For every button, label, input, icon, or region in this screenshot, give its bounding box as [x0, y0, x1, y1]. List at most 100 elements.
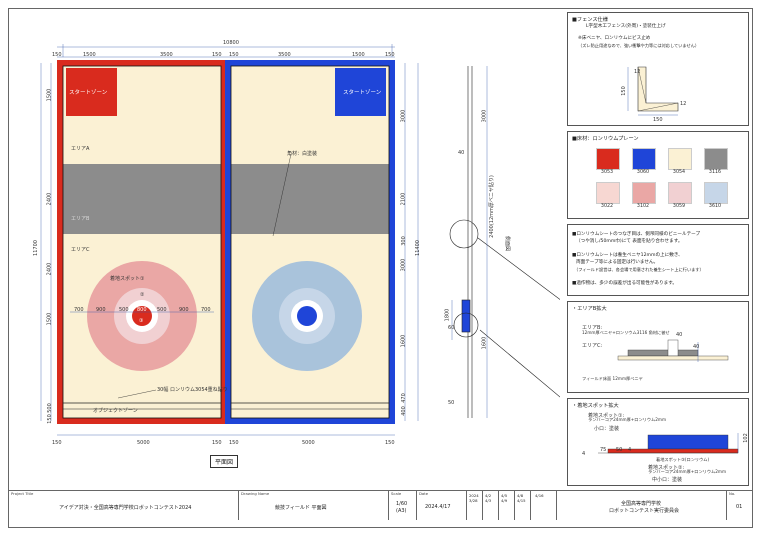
right-start-zone-label: スタートゾーン — [343, 90, 382, 96]
sheet-number-cell: No. 01 — [726, 490, 753, 520]
side-dim: 3000 — [481, 109, 488, 123]
org-name-2: ロボットコンテスト実行委員会 — [609, 508, 680, 514]
fence-dim: 150 — [620, 86, 627, 96]
org-cell: 全国高等専門学校 ロボットコンテスト実行委員会 — [556, 490, 726, 520]
fence-title: ■フェンス仕様 — [572, 17, 608, 23]
note-line: ■ロンリウムシートは養生ベニヤ12mmの上に敷き、 — [572, 253, 683, 258]
bottom-dim: 5000 — [137, 440, 150, 446]
top-dim: 150 — [212, 52, 222, 58]
bottom-dim: 150 — [229, 440, 239, 446]
color-swatch — [668, 148, 692, 170]
right-ring-center — [297, 306, 317, 326]
swatch-code: 3116 — [708, 170, 722, 175]
sheet-no: 01 — [736, 504, 743, 510]
landing-label: 小ロ：塗装 — [594, 426, 620, 432]
left-dim: 1500 — [46, 312, 53, 326]
notes-panel: ■ロンリウムシートのつなぎ目は、側吊同様のビニールテープ （つや消し/50mm巾… — [567, 224, 749, 296]
paper-size: (A3) — [396, 508, 407, 514]
side-dim: 2400(12mm厚ベニヤ貼り) — [488, 175, 495, 238]
left-dim: 150 — [46, 414, 53, 424]
sheet-no-label: No. — [729, 491, 736, 496]
date-label: Date — [419, 491, 429, 496]
revision: 4/5 4/9 — [501, 493, 508, 503]
corner-note: 角材：白塗装 — [287, 151, 318, 157]
left-dim: 500 — [46, 403, 53, 413]
swatch-code: 3102 — [636, 204, 650, 209]
note-line: 両面テープ等による固定は行いません。 — [576, 260, 659, 265]
color-swatch — [596, 148, 620, 170]
area-a-label: エリアA — [71, 146, 90, 152]
right-dim: 3000 — [400, 258, 407, 272]
scale-cell: Scale 1/60 (A3) — [388, 490, 416, 520]
object-zone-label: オブジェクトゾーン — [93, 408, 138, 414]
scale-value: 1/60 — [396, 501, 408, 507]
area-b-detail-title: ・エリアB拡大 — [572, 306, 607, 312]
area-b-dim: 40 — [693, 344, 700, 350]
right-dim: 2100 — [400, 192, 407, 206]
plan-caption: 平面図 — [210, 455, 239, 468]
floor-material-panel: ■床材：ロンリウムプレーン 3053 3060 3054 3116 3022 3102 30… — [567, 131, 749, 219]
swatch-code: 3053 — [600, 170, 614, 175]
note-line: （フィールド設営は、各会場で用意された養生シート上に行います） — [574, 267, 704, 272]
date-value: 2024.4/17 — [425, 504, 451, 510]
side-view-label: 側面図 — [504, 235, 511, 252]
right-dim: 1600 — [400, 334, 407, 348]
right-dim: 400 — [400, 406, 407, 416]
landing-label: ランバーコア24mm厚+ロンリウム2mm — [588, 417, 667, 422]
total-height-label: 11700 — [32, 240, 39, 256]
left-area-b — [63, 164, 221, 234]
side-dim: 50 — [448, 400, 455, 406]
revision: 4/2 4/3 — [485, 493, 492, 503]
color-swatch — [596, 182, 620, 204]
ring-2-label: ② — [140, 292, 145, 298]
ring-dim: 500 — [157, 307, 167, 313]
landing-detail-panel: ・着地スポット拡大 着地スポット①: ランバーコア24mm厚+ロンリウム2mm … — [567, 398, 749, 486]
landing-dim: 50 — [616, 447, 623, 453]
landing-spot-label: 着地スポット① — [110, 276, 145, 282]
area-b-section-drawing — [617, 339, 729, 362]
fence-line: L字型木工フェンス(外周)・塗装仕上げ — [586, 24, 666, 29]
fence-dim: 150 — [653, 117, 663, 123]
swatch-code: 3610 — [708, 204, 722, 209]
ring-dim: 700 — [201, 307, 211, 313]
swatch-code: 3054 — [672, 170, 686, 175]
note-line: ■過作物は、多少の誤差が出る可能性があります。 — [572, 281, 677, 286]
left-dim: 2400 — [46, 192, 53, 206]
top-dim: 3500 — [160, 52, 173, 58]
ring-dim: 900 — [179, 307, 189, 313]
bottom-dim: 5000 — [302, 440, 315, 446]
top-dim: 1500 — [83, 52, 96, 58]
right-dim: 300 — [400, 236, 407, 246]
landing-dim: 4 — [628, 447, 632, 453]
right-area-b — [231, 164, 389, 234]
fence-dim: 12 — [634, 69, 641, 75]
landing-label: ランバーコア24mm厚+ロンリウム2mm — [648, 469, 727, 474]
org-name: 全国高等専門学校 — [621, 501, 662, 507]
drawing-name-cell: Drawing Name 競技フィールド 平面図 — [238, 490, 388, 520]
note-line: （つや消し/50mm巾)にて 表面を貼り合わせます。 — [576, 239, 683, 244]
ring-dim: 800 — [137, 307, 147, 313]
left-start-zone-label: スタートゾーン — [69, 90, 108, 96]
floor-title: ■床材：ロンリウムプレーン — [572, 136, 639, 142]
scale-label: Scale — [391, 491, 402, 496]
fence-dim: 12 — [680, 101, 687, 107]
revision: 2024 3/28 — [469, 493, 479, 503]
tape-note: 30幅 ロンリウム3054重ね貼り — [157, 387, 228, 393]
revision: 4/8 4/15 — [517, 493, 526, 503]
side-dim: 1800 — [444, 308, 451, 322]
area-c-label: エリアC — [71, 247, 90, 253]
project-title-cell: Project Title アイデア対決・全国高等専門学校ロボットコンテスト20… — [8, 490, 238, 520]
bottom-dim: 150 — [212, 440, 222, 446]
revision: 4/16 — [535, 493, 544, 498]
right-dim: 3000 — [400, 109, 407, 123]
landing-dim: 4 — [582, 451, 586, 457]
fence-line: （ズレ防止用途なので、強い衝撃や力等には対応していません） — [578, 43, 700, 48]
color-swatch — [668, 182, 692, 204]
area-b-label: エリアB — [71, 216, 90, 222]
color-swatch — [632, 148, 656, 170]
area-b-label: フィールド床面 12mm厚ベニヤ — [582, 376, 643, 381]
top-dim: 150 — [385, 52, 395, 58]
color-swatch — [632, 182, 656, 204]
side-dim: 40 — [458, 150, 465, 156]
ring-dim: 900 — [96, 307, 106, 313]
